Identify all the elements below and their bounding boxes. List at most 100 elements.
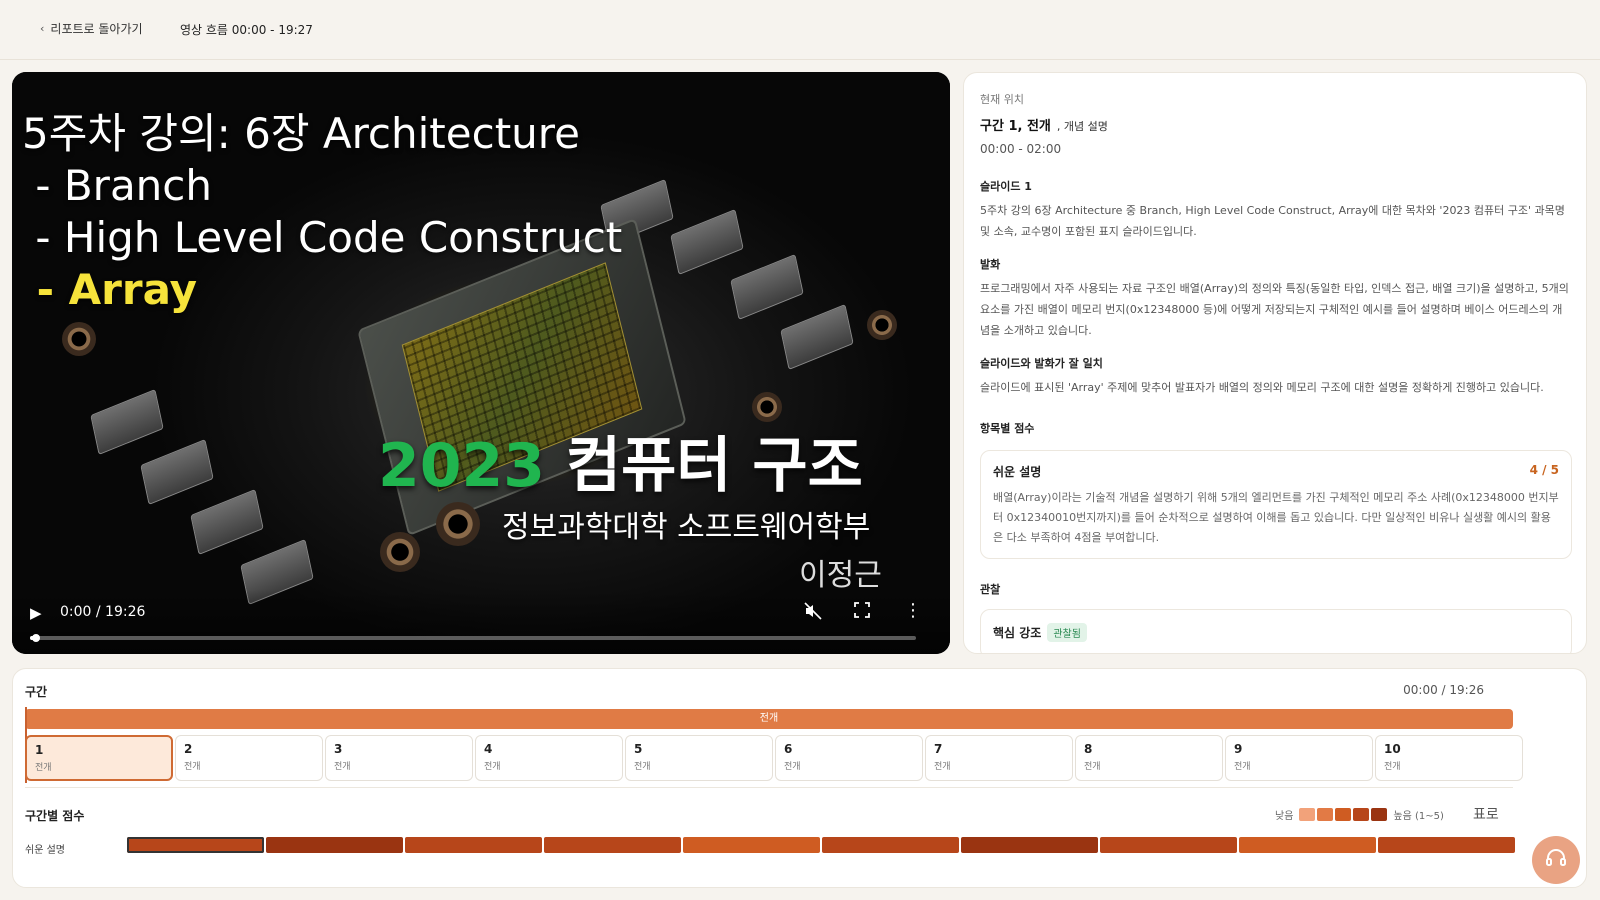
segment-9[interactable]: 9 전개 <box>1225 735 1373 781</box>
analysis-panel: 현재 위치 구간 1, 전개 , 개념 설명 00:00 - 02:00 슬라이드… <box>963 72 1587 654</box>
score-cell-segment-5[interactable] <box>683 837 820 853</box>
more-vertical-icon[interactable]: ⋮ <box>904 602 922 620</box>
score-cell-segment-2[interactable] <box>266 837 403 853</box>
segment-scores-title: 구간별 점수 <box>25 809 85 823</box>
observed-badge: 관찰됨 <box>1047 623 1087 642</box>
segment-5[interactable]: 5 전개 <box>625 735 773 781</box>
segment-number: 8 <box>1084 742 1093 756</box>
legend-swatch-5 <box>1371 808 1388 821</box>
slide-professor: 이정근 <box>799 558 882 593</box>
table-view-toggle[interactable]: 표로 <box>1473 804 1499 824</box>
score-row-label: 쉬운 설명 <box>25 845 65 856</box>
mount-hole-decor <box>380 532 420 572</box>
segment-phase-label: 전개 <box>934 762 951 772</box>
segment-number: 10 <box>1384 742 1401 756</box>
speech-description: 프로그래밍에서 자주 사용되는 자료 구조인 배열(Array)의 정의와 특징… <box>980 282 1569 337</box>
segment-timeline: 구간 00:00 / 19:26 전개 1 전개 2 전개 3 전개 4 전개 5 전개 6 전개 7 전… <box>12 668 1587 888</box>
segment-phase-label: 전개 <box>1384 762 1401 772</box>
mount-hole-decor <box>436 502 480 546</box>
legend-swatches <box>1299 808 1388 821</box>
current-position-label: 현재 위치 <box>980 93 1024 106</box>
segment-3[interactable]: 3 전개 <box>325 735 473 781</box>
score-cell-segment-1[interactable] <box>127 837 264 853</box>
score-legend: 낮음 높음 (1~5) <box>1275 807 1444 822</box>
video-controls: ▶ 0:00 / 19:26 ⋮ <box>12 590 950 654</box>
score-card: 쉬운 설명 4 / 5 배열(Array)이라는 기술적 개념을 설명하기 위해… <box>980 450 1572 559</box>
course-year: 2023 <box>378 431 545 501</box>
course-name: 컴퓨터 구조 <box>545 431 863 501</box>
score-cell-segment-9[interactable] <box>1239 837 1376 853</box>
position-time-range: 00:00 - 02:00 <box>980 142 1062 156</box>
divider <box>25 787 1513 788</box>
observation-heading: 관찰 <box>980 583 1001 596</box>
score-name: 쉬운 설명 <box>993 465 1042 479</box>
video-time: 0:00 / 19:26 <box>60 604 146 620</box>
segment-number: 7 <box>934 742 943 756</box>
segment-2[interactable]: 2 전개 <box>175 735 323 781</box>
slide-title-highlight: - Array <box>22 265 198 314</box>
timeline-time: 00:00 / 19:26 <box>1403 683 1484 697</box>
segment-7[interactable]: 7 전개 <box>925 735 1073 781</box>
slide-title-line: - Branch <box>22 161 213 210</box>
score-cell-segment-3[interactable] <box>405 837 542 853</box>
position-title: 구간 1, 전개 <box>980 119 1051 134</box>
fullscreen-icon[interactable] <box>854 602 870 622</box>
mount-hole-decor <box>62 322 96 356</box>
segment-number: 5 <box>634 742 643 756</box>
score-cell-segment-7[interactable] <box>961 837 1098 853</box>
segment-1[interactable]: 1 전개 <box>25 735 173 781</box>
segment-number: 2 <box>184 742 193 756</box>
segment-8[interactable]: 8 전개 <box>1075 735 1223 781</box>
segment-phase-label: 전개 <box>634 762 651 772</box>
support-button[interactable] <box>1532 836 1580 884</box>
score-value: 4 / 5 <box>1529 463 1559 477</box>
position-subtitle: , 개념 설명 <box>1056 120 1108 133</box>
observation-name: 핵심 강조 <box>993 626 1042 640</box>
speech-heading: 발화 <box>980 258 1001 271</box>
chevron-left-icon: ‹ <box>40 22 45 35</box>
slide-heading: 슬라이드 1 <box>980 180 1032 193</box>
legend-swatch-4 <box>1353 808 1370 821</box>
score-cell-segment-4[interactable] <box>544 837 681 853</box>
observation-card: 핵심 강조 관찰됨 <box>980 609 1572 653</box>
legend-swatch-3 <box>1335 808 1352 821</box>
segment-number: 6 <box>784 742 793 756</box>
segment-6[interactable]: 6 전개 <box>775 735 923 781</box>
play-icon[interactable]: ▶ <box>30 604 42 622</box>
segment-phase-label: 전개 <box>35 763 52 773</box>
segment-4[interactable]: 4 전개 <box>475 735 623 781</box>
segment-phase-label: 전개 <box>484 762 501 772</box>
phase-bar[interactable]: 전개 <box>25 709 1513 729</box>
segment-number: 4 <box>484 742 493 756</box>
video-player[interactable]: 5주차 강의: 6장 Architecture - Branch - High … <box>12 72 950 654</box>
video-flow-label: 영상 흐름 00:00 - 19:27 <box>180 23 313 37</box>
headset-icon <box>1544 846 1568 874</box>
slide-title-line: 5주차 강의: 6장 Architecture <box>22 109 580 158</box>
slide-department: 정보과학대학 소프트웨어학부 <box>502 510 871 545</box>
current-position: 구간 1, 전개 , 개념 설명 <box>980 115 1572 134</box>
back-to-report-link[interactable]: ‹ 리포트로 돌아가기 <box>40 20 143 37</box>
back-link-label: 리포트로 돌아가기 <box>50 22 143 36</box>
segment-list: 1 전개 2 전개 3 전개 4 전개 5 전개 6 전개 7 전개 8 전개 9 전개 10 전개 <box>25 735 1523 781</box>
segment-phase-label: 전개 <box>1234 762 1251 772</box>
slide-description: 5주차 강의 6장 Architecture 중 Branch, High Le… <box>980 204 1565 238</box>
match-description: 슬라이드에 표시된 'Array' 주제에 맞추어 발표자가 배열의 정의와 메… <box>980 381 1544 394</box>
segment-phase-label: 전개 <box>1084 762 1101 772</box>
timeline-title: 구간 <box>25 685 48 699</box>
segment-10[interactable]: 10 전개 <box>1375 735 1523 781</box>
legend-swatch-1 <box>1299 808 1316 821</box>
slide-course-title: 2023 컴퓨터 구조 <box>378 417 863 504</box>
slide-title: 5주차 강의: 6장 Architecture - Branch - High … <box>22 108 622 316</box>
segment-number: 3 <box>334 742 343 756</box>
video-seek-handle[interactable] <box>31 634 40 642</box>
top-bar: ‹ 리포트로 돌아가기 영상 흐름 00:00 - 19:27 <box>0 0 1600 60</box>
volume-muted-icon[interactable] <box>804 602 822 624</box>
legend-high-label: 높음 (1~5) <box>1393 811 1444 822</box>
segment-phase-label: 전개 <box>784 762 801 772</box>
segment-number: 1 <box>35 743 44 757</box>
score-cell-segment-10[interactable] <box>1378 837 1515 853</box>
video-seek-bar[interactable] <box>30 634 916 642</box>
score-cell-segment-6[interactable] <box>822 837 959 853</box>
score-cell-segment-8[interactable] <box>1100 837 1237 853</box>
mount-hole-decor <box>867 310 897 340</box>
